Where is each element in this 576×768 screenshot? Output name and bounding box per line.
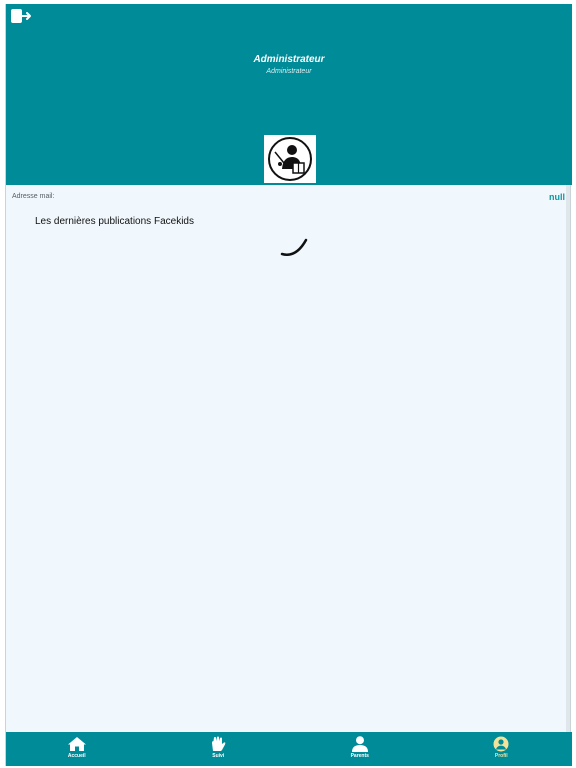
profile-header: Administrateur Administrateur — [6, 4, 572, 185]
tab-profil[interactable]: Profil — [431, 732, 573, 766]
tab-label: Profil — [494, 753, 508, 759]
profile-circle-icon — [493, 736, 509, 752]
tab-label: Parents — [350, 753, 369, 759]
person-icon — [351, 736, 368, 752]
tab-parents[interactable]: Parents — [289, 732, 431, 766]
loading-spinner — [276, 234, 316, 264]
tab-accueil[interactable]: Accueil — [6, 732, 148, 766]
logout-icon[interactable] — [10, 8, 32, 24]
tab-label: Accueil — [67, 753, 86, 759]
app-screen: Administrateur Administrateur Adresse ma… — [5, 4, 572, 766]
hand-icon — [212, 736, 226, 751]
scrollbar[interactable] — [566, 185, 570, 734]
home-icon — [67, 737, 86, 751]
feed-title: Les dernières publications Facekids — [35, 216, 194, 227]
bottom-tab-bar: Accueil Suivi Parents Profil — [6, 732, 572, 766]
tab-suivi[interactable]: Suivi — [148, 732, 290, 766]
tab-label: Suivi — [212, 753, 225, 759]
page-subtitle: Administrateur — [266, 68, 312, 75]
avatar — [264, 135, 316, 183]
page-title: Administrateur — [253, 54, 325, 65]
admin-teacher-icon — [268, 137, 312, 181]
email-label: Adresse mail: — [12, 193, 55, 200]
email-value: null — [549, 192, 565, 202]
